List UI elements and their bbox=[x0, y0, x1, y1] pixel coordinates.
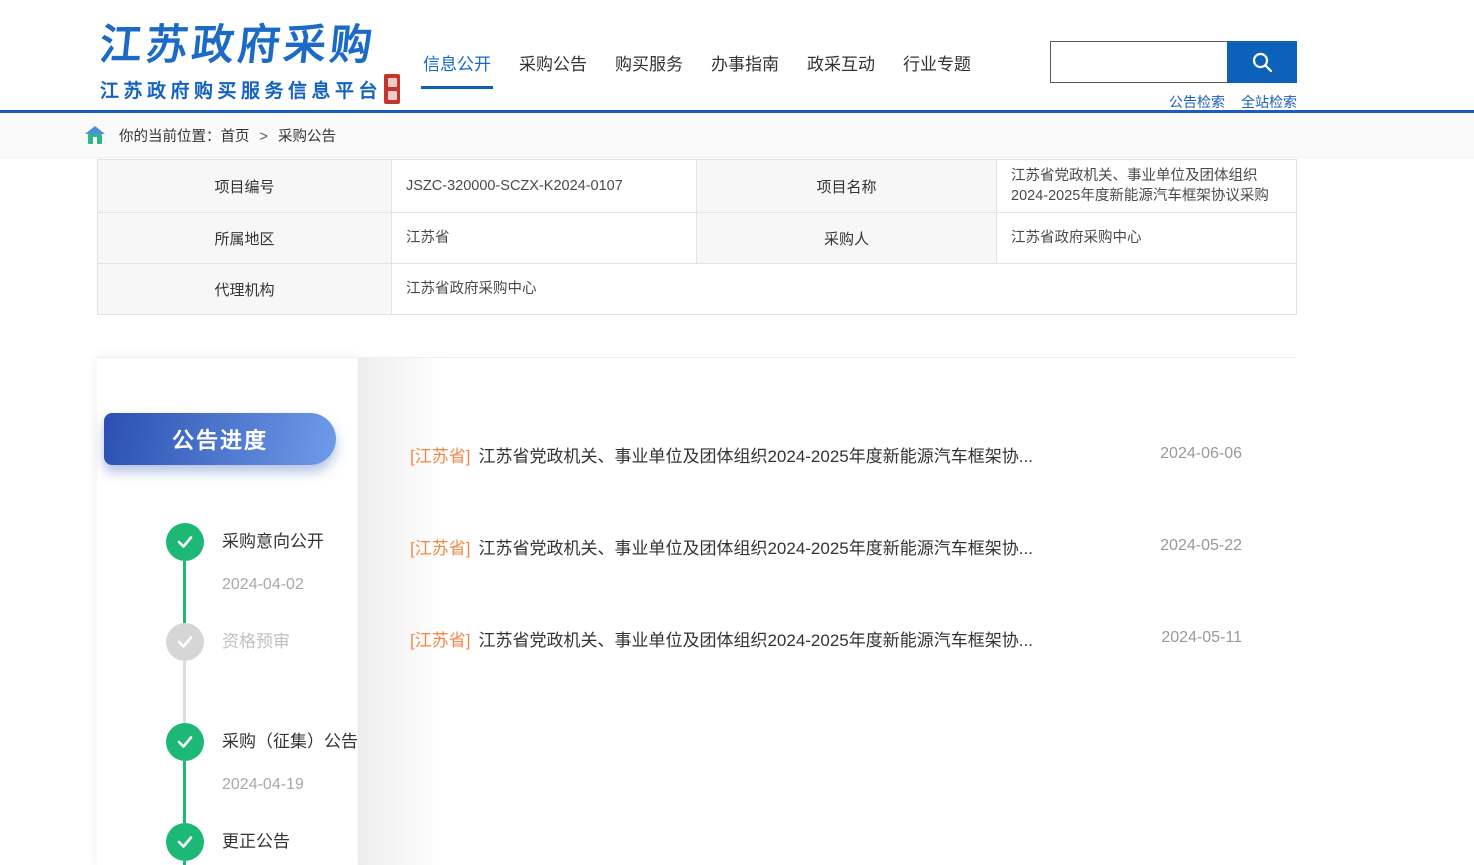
seal-stamp-icon bbox=[384, 74, 400, 104]
check-circle-icon bbox=[166, 723, 204, 761]
table-row: 代理机构 江苏省政府采购中心 bbox=[98, 264, 1297, 315]
step-date: 2024-04-02 bbox=[222, 576, 357, 594]
breadcrumb-prefix: 你的当前位置： bbox=[119, 129, 221, 145]
announcement-date: 2024-06-06 bbox=[1160, 445, 1242, 463]
region-tag: [江苏省] bbox=[410, 626, 470, 651]
agency-label: 代理机构 bbox=[98, 264, 392, 315]
announcement-title[interactable]: 江苏省党政机关、事业单位及团体组织2024-2025年度新能源汽车框架协... bbox=[478, 534, 1140, 559]
project-number-label: 项目编号 bbox=[98, 160, 392, 213]
logo-tagline: 江苏政府购买服务信息平台 bbox=[100, 76, 382, 103]
logo-calligraphy-text: 江苏政府采购 bbox=[98, 22, 403, 68]
region-tag: [江苏省] bbox=[410, 442, 470, 467]
link-notice-search[interactable]: 公告检索 bbox=[1169, 92, 1225, 112]
nav-item-procurement-notices[interactable]: 采购公告 bbox=[519, 50, 587, 89]
announcement-item[interactable]: [江苏省] 江苏省党政机关、事业单位及团体组织2024-2025年度新能源汽车框… bbox=[358, 592, 1296, 684]
project-name-label: 项目名称 bbox=[697, 160, 997, 213]
announcement-date: 2024-05-11 bbox=[1161, 629, 1242, 647]
table-row: 项目编号 JSZC-320000-SCZX-K2024-0107 项目名称 江苏… bbox=[98, 160, 1297, 213]
home-icon[interactable] bbox=[85, 125, 105, 145]
timeline-connector bbox=[183, 861, 186, 865]
nav-item-purchase-services[interactable]: 购买服务 bbox=[615, 50, 683, 89]
main-nav: 信息公开 采购公告 购买服务 办事指南 政采互动 行业专题 bbox=[423, 50, 971, 89]
region-value: 江苏省 bbox=[392, 213, 697, 264]
timeline-step-prequalification[interactable]: 资格预审 bbox=[97, 623, 357, 723]
step-date: 2024-04-19 bbox=[222, 776, 357, 794]
progress-timeline: 采购意向公开 2024-04-02 资格预审 采购（征集）公告 2024-04-… bbox=[97, 523, 357, 865]
announcement-title[interactable]: 江苏省党政机关、事业单位及团体组织2024-2025年度新能源汽车框架协... bbox=[478, 442, 1140, 467]
timeline-step-solicitation-notice[interactable]: 采购（征集）公告 2024-04-19 bbox=[97, 723, 357, 823]
check-circle-icon bbox=[166, 523, 204, 561]
breadcrumb-bar: 你的当前位置：首页 > 采购公告 bbox=[0, 113, 1474, 158]
announcement-item[interactable]: [江苏省] 江苏省党政机关、事业单位及团体组织2024-2025年度新能源汽车框… bbox=[358, 500, 1296, 592]
site-header: 江苏政府采购 江苏政府购买服务信息平台 信息公开 采购公告 购买服务 办事指南 … bbox=[0, 0, 1474, 113]
timeline-connector bbox=[183, 561, 186, 623]
agency-value: 江苏省政府采购中心 bbox=[392, 264, 1297, 315]
site-logo[interactable]: 江苏政府采购 江苏政府购买服务信息平台 bbox=[100, 22, 400, 104]
timeline-connector bbox=[183, 761, 186, 823]
check-circle-icon bbox=[166, 823, 204, 861]
region-tag: [江苏省] bbox=[410, 534, 470, 559]
announcement-date: 2024-05-22 bbox=[1160, 537, 1242, 555]
check-circle-icon bbox=[166, 623, 204, 661]
project-info-table: 项目编号 JSZC-320000-SCZX-K2024-0107 项目名称 江苏… bbox=[97, 159, 1297, 315]
link-site-search[interactable]: 全站检索 bbox=[1241, 92, 1297, 112]
breadcrumb-home-link[interactable]: 首页 bbox=[221, 129, 250, 145]
search-input[interactable] bbox=[1050, 41, 1227, 83]
progress-sidebar: 公告进度 采购意向公开 2024-04-02 资格预审 bbox=[97, 357, 357, 865]
progress-banner: 公告进度 bbox=[104, 413, 336, 465]
content-area: 公告进度 采购意向公开 2024-04-02 资格预审 bbox=[0, 357, 1474, 865]
progress-title: 公告进度 bbox=[172, 423, 268, 455]
purchaser-value: 江苏省政府采购中心 bbox=[997, 213, 1297, 264]
search-button[interactable] bbox=[1227, 41, 1297, 83]
breadcrumb-current: 采购公告 bbox=[278, 129, 336, 145]
announcement-title[interactable]: 江苏省党政机关、事业单位及团体组织2024-2025年度新能源汽车框架协... bbox=[478, 626, 1141, 651]
timeline-step-correction-notice[interactable]: 更正公告 bbox=[97, 823, 357, 865]
nav-item-industry-topics[interactable]: 行业专题 bbox=[903, 50, 971, 89]
timeline-connector bbox=[183, 661, 186, 723]
nav-item-info-disclosure[interactable]: 信息公开 bbox=[423, 50, 491, 89]
announcement-panel: [江苏省] 江苏省党政机关、事业单位及团体组织2024-2025年度新能源汽车框… bbox=[358, 357, 1296, 865]
project-name-value: 江苏省党政机关、事业单位及团体组织2024-2025年度新能源汽车框架协议采购 bbox=[997, 160, 1297, 213]
purchaser-label: 采购人 bbox=[697, 213, 997, 264]
announcement-item[interactable]: [江苏省] 江苏省党政机关、事业单位及团体组织2024-2025年度新能源汽车框… bbox=[358, 408, 1296, 500]
nav-item-interaction[interactable]: 政采互动 bbox=[807, 50, 875, 89]
breadcrumb-separator: > bbox=[260, 129, 268, 145]
nav-item-service-guide[interactable]: 办事指南 bbox=[711, 50, 779, 89]
breadcrumb: 你的当前位置：首页 > 采购公告 bbox=[119, 125, 336, 146]
timeline-step-intent[interactable]: 采购意向公开 2024-04-02 bbox=[97, 523, 357, 623]
table-row: 所属地区 江苏省 采购人 江苏省政府采购中心 bbox=[98, 213, 1297, 264]
search-area: 公告检索 全站检索 bbox=[1050, 41, 1297, 112]
project-number-value: JSZC-320000-SCZX-K2024-0107 bbox=[392, 160, 697, 213]
search-icon bbox=[1250, 50, 1274, 74]
announcement-list: [江苏省] 江苏省党政机关、事业单位及团体组织2024-2025年度新能源汽车框… bbox=[358, 358, 1296, 684]
region-label: 所属地区 bbox=[98, 213, 392, 264]
